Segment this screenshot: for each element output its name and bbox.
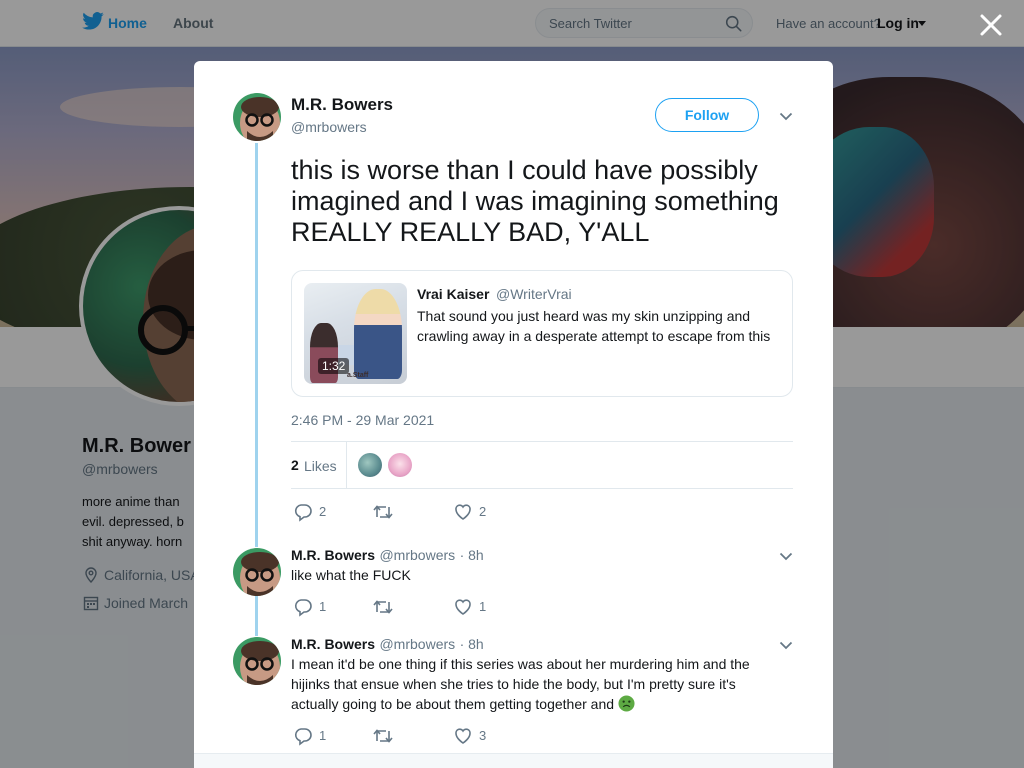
reply-button[interactable]: 1 — [293, 597, 353, 617]
divider — [291, 441, 793, 442]
tweet-text: this is worse than I could have possibly… — [291, 155, 779, 247]
divider — [346, 442, 347, 488]
video-watermark: a.Staff — [347, 372, 369, 379]
reply-count: 1 — [319, 728, 327, 743]
reply-author-handle[interactable]: @mrbowers — [379, 547, 455, 563]
reply-icon — [294, 728, 312, 746]
avatar[interactable] — [233, 637, 281, 685]
chevron-down-icon[interactable] — [779, 112, 793, 121]
reply-author-name[interactable]: M.R. Bowers — [291, 636, 375, 652]
like-icon — [455, 728, 471, 744]
tweet-author-handle[interactable]: @mrbowers — [291, 119, 367, 135]
reply-button[interactable]: 2 — [293, 502, 353, 522]
liker-avatar[interactable] — [388, 453, 412, 477]
reply-header: M.R. Bowers @mrbowers · 8h — [291, 547, 484, 565]
retweet-icon — [373, 600, 393, 614]
tweet-author-name[interactable]: M.R. Bowers — [291, 95, 393, 115]
quoted-tweet-text: That sound you just heard was my skin un… — [417, 308, 771, 344]
quoted-tweet[interactable]: 1:32 a.Staff Vrai Kaiser @WriterVrai Tha… — [291, 270, 793, 397]
thread-line — [255, 143, 258, 547]
reply-text: I mean it'd be one thing if this series … — [291, 656, 750, 712]
chevron-down-icon[interactable] — [779, 641, 793, 650]
video-duration: 1:32 — [318, 358, 350, 374]
video-thumbnail[interactable]: 1:32 a.Staff — [304, 283, 407, 384]
liker-avatar[interactable] — [358, 453, 382, 477]
reply-author-handle[interactable]: @mrbowers — [379, 636, 455, 652]
reply-button[interactable]: 1 — [293, 726, 353, 746]
like-icon — [455, 504, 471, 520]
reply-text: like what the FUCK — [291, 567, 411, 583]
reply-header: M.R. Bowers @mrbowers · 8h — [291, 636, 484, 654]
retweet-icon — [373, 729, 393, 743]
thread-line — [255, 596, 258, 636]
like-count: 3 — [479, 728, 487, 743]
divider — [291, 488, 793, 489]
likes-label[interactable]: Likes — [304, 458, 337, 474]
reply-icon — [294, 599, 312, 617]
like-button[interactable]: 1 — [453, 597, 513, 617]
reply-time[interactable]: · 8h — [460, 547, 484, 563]
like-button[interactable]: 3 — [453, 726, 513, 746]
retweet-icon — [373, 505, 393, 519]
follow-button[interactable]: Follow — [655, 98, 759, 132]
like-count: 1 — [479, 599, 487, 614]
close-icon[interactable] — [978, 12, 1004, 38]
reply-author-name[interactable]: M.R. Bowers — [291, 547, 375, 563]
reply-text-block: I mean it'd be one thing if this series … — [291, 654, 781, 714]
like-icon — [455, 599, 471, 615]
nauseated-face-emoji — [618, 695, 635, 712]
retweet-button[interactable] — [372, 726, 412, 746]
chevron-down-icon[interactable] — [779, 552, 793, 561]
reply-icon — [294, 504, 312, 522]
reply-time[interactable]: · 8h — [460, 636, 484, 652]
modal-footer — [194, 753, 833, 768]
reply-count: 1 — [319, 599, 327, 614]
like-count: 2 — [479, 504, 487, 519]
quoted-author-name[interactable]: Vrai Kaiser — [417, 286, 489, 302]
retweet-button[interactable] — [372, 597, 412, 617]
likes-count[interactable]: 2 — [291, 457, 299, 473]
tweet-timestamp[interactable]: 2:46 PM - 29 Mar 2021 — [291, 412, 434, 428]
avatar[interactable] — [233, 93, 281, 141]
like-button[interactable]: 2 — [453, 502, 513, 522]
avatar[interactable] — [233, 548, 281, 596]
retweet-button[interactable] — [372, 502, 412, 522]
thumb-figure — [310, 323, 338, 383]
tweet-modal: M.R. Bowers @mrbowers Follow this is wor… — [194, 61, 833, 768]
reply-count: 2 — [319, 504, 327, 519]
quoted-author-handle[interactable]: @WriterVrai — [496, 286, 572, 302]
thumb-figure — [354, 289, 402, 379]
